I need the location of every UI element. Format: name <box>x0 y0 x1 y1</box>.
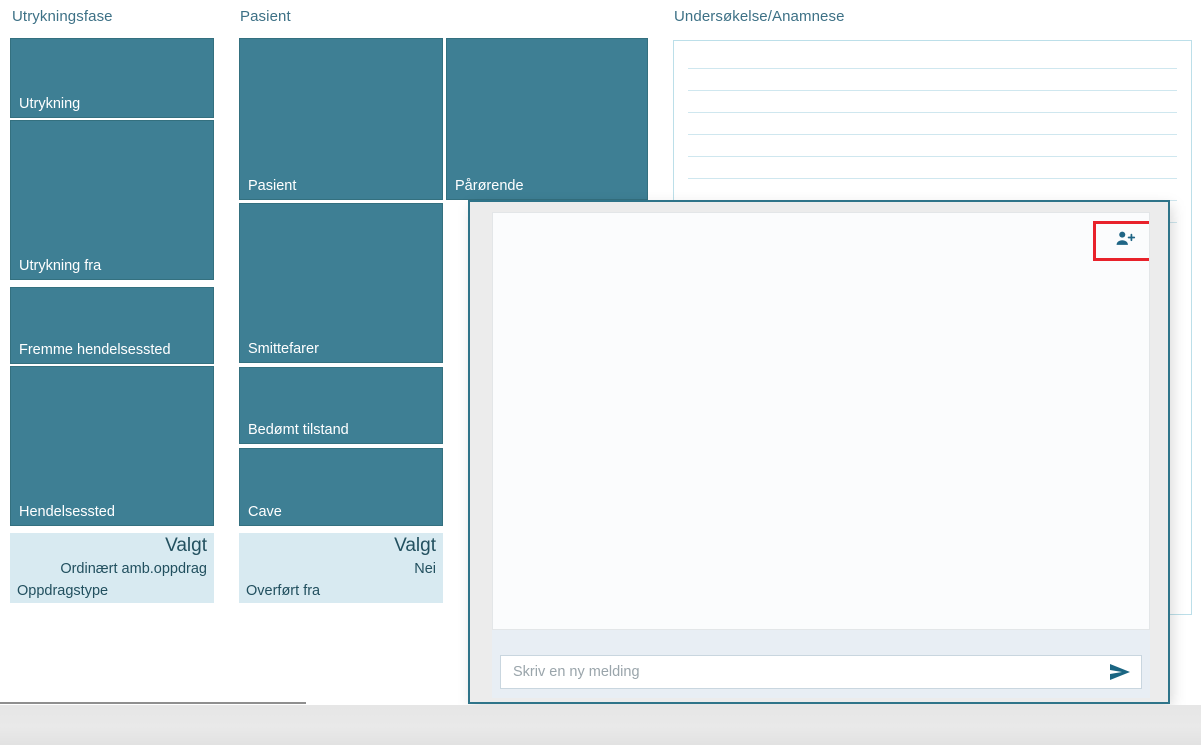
add-person-button[interactable] <box>1093 221 1149 261</box>
tile-utrykning-fra[interactable]: Utrykning fra <box>10 120 214 280</box>
send-icon <box>1110 664 1130 680</box>
app-root: Utrykningsfase Utrykning Utrykning fra F… <box>0 0 1201 745</box>
message-input[interactable] <box>501 656 1099 688</box>
notes-ruling-line <box>688 178 1177 179</box>
tile-label: Utrykning fra <box>19 258 102 274</box>
chat-dialog <box>468 200 1170 704</box>
chat-composer-bar <box>492 630 1150 698</box>
summary-value: Ordinært amb.oppdrag <box>60 561 207 577</box>
tile-label: Pasient <box>248 178 297 194</box>
tile-label: Fremme hendelsessted <box>19 342 171 358</box>
summary-name: Overført fra <box>246 583 321 599</box>
notes-ruling-line <box>688 112 1177 113</box>
tile-utrykning[interactable]: Utrykning <box>10 38 214 118</box>
notes-ruling-line <box>688 68 1177 69</box>
tile-label: Pårørende <box>455 178 524 194</box>
tile-smittefarer[interactable]: Smittefarer <box>239 203 443 363</box>
send-button[interactable] <box>1099 656 1141 688</box>
tile-label: Utrykning <box>19 96 81 112</box>
summary-title: Valgt <box>394 535 436 556</box>
message-input-wrapper[interactable] <box>500 655 1142 689</box>
tile-bedomt-tilstand[interactable]: Bedømt tilstand <box>239 367 443 444</box>
person-add-icon <box>1114 228 1136 255</box>
notes-ruling-line <box>688 134 1177 135</box>
tile-label: Hendelsessted <box>19 504 115 520</box>
tile-hendelsessted[interactable]: Hendelsessted <box>10 366 214 526</box>
tile-label: Cave <box>248 504 282 520</box>
notes-ruling-line <box>688 90 1177 91</box>
statusbar <box>0 705 1201 745</box>
column-header-utrykningsfase: Utrykningsfase <box>12 8 113 25</box>
summary-value: Nei <box>414 561 436 577</box>
tile-pasient[interactable]: Pasient <box>239 38 443 200</box>
tile-fremme-hendelsessted[interactable]: Fremme hendelsessted <box>10 287 214 364</box>
summary-title: Valgt <box>165 535 207 556</box>
tile-label: Bedømt tilstand <box>248 422 349 438</box>
tile-parorende[interactable]: Pårørende <box>446 38 648 200</box>
column-header-pasient: Pasient <box>240 8 291 25</box>
chat-message-area[interactable] <box>492 212 1150 630</box>
column-header-undersokelse-anamnese: Undersøkelse/Anamnese <box>674 8 845 25</box>
tile-cave[interactable]: Cave <box>239 448 443 526</box>
summary-tile-overfort-fra[interactable]: Valgt Nei Overført fra <box>239 533 443 603</box>
summary-name: Oppdragstype <box>17 583 109 599</box>
tile-label: Smittefarer <box>248 341 319 357</box>
statusbar-divider <box>0 702 306 704</box>
summary-tile-oppdragstype[interactable]: Valgt Ordinært amb.oppdrag Oppdragstype <box>10 533 214 603</box>
notes-ruling-line <box>688 156 1177 157</box>
